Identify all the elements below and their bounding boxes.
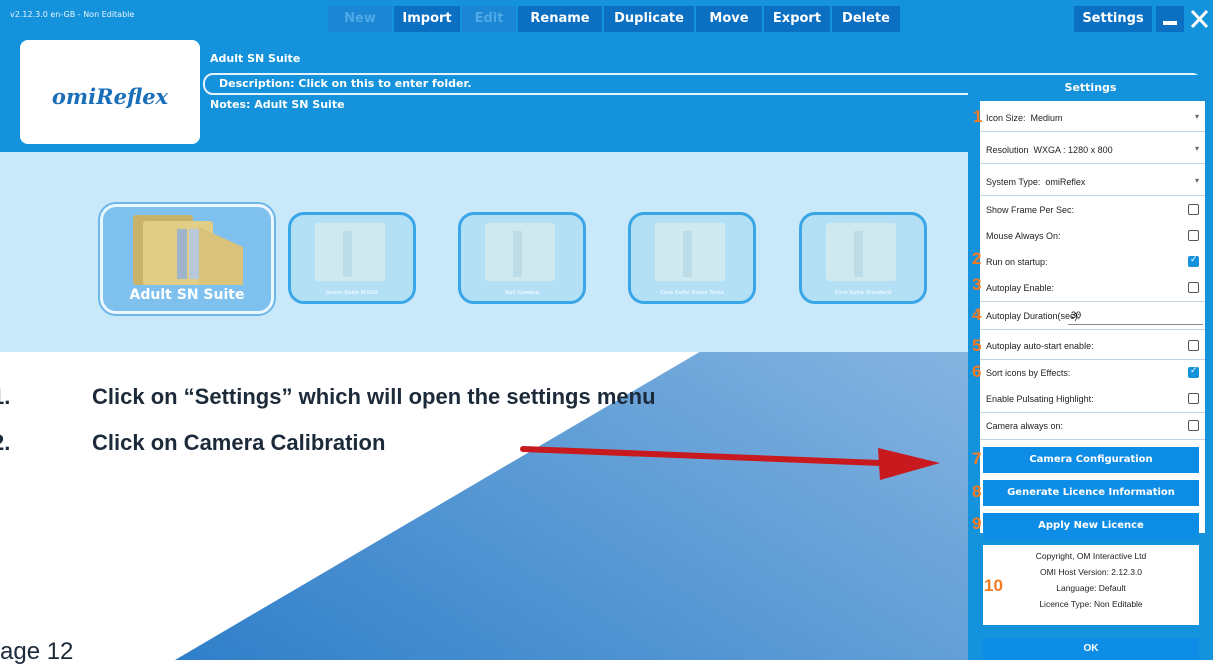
generate-licence-button[interactable]: Generate Licence Information [983,480,1199,506]
mouse-always-on-checkbox[interactable] [1188,230,1199,241]
callout-5: 5 [972,336,982,355]
autoplay-duration-row: Autoplay Duration(sec): 30 [980,303,1205,330]
chevron-down-icon: ▾ [1194,176,1199,185]
run-on-startup-checkbox[interactable] [1188,254,1199,267]
icon-size-label: Icon Size: [986,113,1026,123]
about-info: Copyright, OM Interactive Ltd OMI Host V… [983,545,1199,625]
settings-title: Settings [1064,81,1117,94]
copyright-text: Copyright, OM Interactive Ltd [1035,551,1147,561]
host-version-text: OMI Host Version: 2.12.3.0 [1039,567,1143,577]
callout-10: 10 [984,576,1003,595]
show-fps-row: Show Frame Per Sec: [980,197,1205,224]
autoplay-enable-label: Autoplay Enable: [986,283,1055,293]
callout-1: 1 [973,107,983,126]
sort-icons-checkbox[interactable] [1188,365,1199,378]
show-fps-checkbox[interactable] [1188,204,1199,215]
mouse-always-on-label: Mouse Always On: [986,231,1061,241]
sort-icons-row: Sort icons by Effects: [980,360,1205,387]
apply-licence-button[interactable]: Apply New Licence [983,513,1199,539]
camera-always-on-label: Camera always on: [986,421,1064,431]
camera-always-on-row: Camera always on: [980,413,1205,440]
licence-type-text: Licence Type: Non Editable [1039,599,1143,609]
autoplay-duration-input[interactable]: 30 [1068,306,1203,325]
language-text: Language: Default [1056,583,1126,593]
callout-7: 7 [972,449,982,468]
ok-button[interactable]: OK [983,638,1199,660]
callout-9: 9 [972,514,982,533]
run-on-startup-label: Run on startup: [986,257,1048,267]
system-type-label: System Type: [986,177,1041,187]
autoplay-autostart-checkbox[interactable] [1188,340,1199,351]
autoplay-enable-checkbox[interactable] [1188,282,1199,293]
callout-8: 8 [972,482,982,501]
resolution-value: WXGA : 1280 x 800 [1033,145,1113,155]
mouse-always-on-row: Mouse Always On: [980,223,1205,250]
camera-always-on-checkbox[interactable] [1188,420,1199,431]
autoplay-duration-label: Autoplay Duration(sec): [986,311,1081,321]
system-type-select[interactable]: System Type: omiReflex ▾ [980,169,1205,196]
callout-2: 2 [972,249,982,268]
chevron-down-icon: ▾ [1194,112,1199,121]
camera-configuration-button[interactable]: Camera Configuration [983,447,1199,473]
run-on-startup-row: Run on startup: [980,249,1205,276]
pulsating-row: Enable Pulsating Highlight: [980,386,1205,413]
autoplay-autostart-row: Autoplay auto-start enable: [980,333,1205,360]
callout-4: 4 [972,305,982,324]
autoplay-autostart-label: Autoplay auto-start enable: [986,341,1094,351]
autoplay-enable-row: Autoplay Enable: [980,275,1205,302]
callout-6: 6 [972,362,982,381]
pulsating-checkbox[interactable] [1188,393,1199,404]
show-fps-label: Show Frame Per Sec: [986,205,1075,215]
icon-size-value: Medium [1030,113,1063,123]
chevron-down-icon: ▾ [1194,144,1199,153]
sort-icons-label: Sort icons by Effects: [986,368,1071,378]
icon-size-select[interactable]: Icon Size: Medium ▾ [980,105,1205,132]
pulsating-label: Enable Pulsating Highlight: [986,394,1094,404]
resolution-label: Resolution [986,145,1029,155]
system-type-value: omiReflex [1045,177,1086,187]
callout-3: 3 [972,275,982,294]
resolution-select[interactable]: Resolution WXGA : 1280 x 800 ▾ [980,137,1205,164]
settings-panel: Settings Icon Size: Medium ▾ Resolution … [968,75,1213,660]
